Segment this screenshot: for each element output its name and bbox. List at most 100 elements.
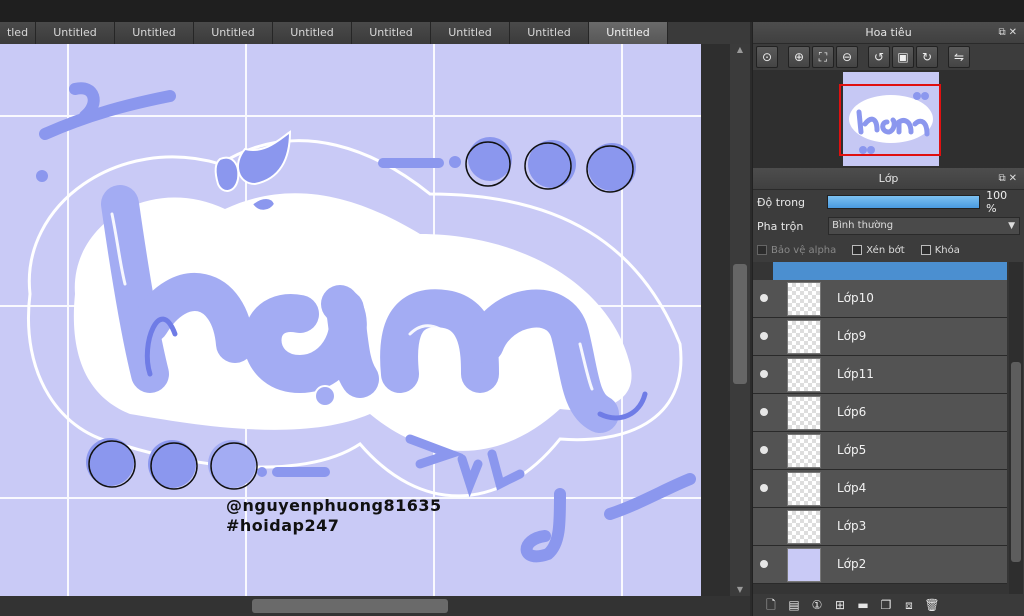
- protect-alpha-checkbox[interactable]: Bảo vệ alpha: [757, 245, 836, 256]
- visibility-icon[interactable]: [759, 369, 769, 379]
- zoom-in-icon[interactable]: ⊕: [788, 46, 810, 68]
- layer-toolbar: 🗋 ▤ ① ⊞ ▬ ❐ ⧈ 🗑: [753, 594, 1024, 616]
- opacity-label: Độ trong: [757, 195, 806, 209]
- opacity-slider[interactable]: [826, 195, 981, 209]
- layer-name: Lớp3: [837, 519, 867, 533]
- layer-thumbnail: [787, 358, 821, 392]
- undock-icon[interactable]: ⧉: [998, 173, 1008, 184]
- layers-panel-header: Lớp ⧉✕: [753, 168, 1024, 190]
- rotate-left-icon[interactable]: ↺: [868, 46, 890, 68]
- tab-document[interactable]: Untitled: [115, 22, 194, 44]
- protect-alpha-label: Bảo vệ alpha: [771, 244, 837, 256]
- watermark-line-1: @nguyenphuong81635: [226, 496, 442, 515]
- layer-thumbnail: [787, 434, 821, 468]
- layer-list[interactable]: Lớp10 Lớp9 Lớp11 Lớp6 Lớp5 Lớp4 Lớp3 Lớp2: [753, 262, 1009, 594]
- scroll-up-icon[interactable]: ▲: [730, 44, 750, 56]
- layer-row[interactable]: Lớp5: [753, 432, 1007, 470]
- tab-document[interactable]: Untitled: [273, 22, 352, 44]
- opacity-value: 100 %: [986, 189, 1008, 215]
- layer-row[interactable]: Lớp11: [753, 356, 1007, 394]
- canvas-vertical-scrollbar[interactable]: ▲ ▼: [730, 44, 750, 596]
- zoom-reset-icon[interactable]: ⊙: [756, 46, 778, 68]
- tab-document[interactable]: tled: [0, 22, 36, 44]
- tab-document[interactable]: Untitled: [589, 22, 668, 44]
- layer-row[interactable]: Lớp3: [753, 508, 1007, 546]
- visibility-icon[interactable]: [759, 521, 769, 531]
- delete-layer-icon[interactable]: 🗑: [922, 596, 942, 614]
- tab-document[interactable]: Untitled: [352, 22, 431, 44]
- visibility-icon[interactable]: [759, 331, 769, 341]
- layer-thumbnail: [787, 548, 821, 582]
- layer-name: Lớp6: [837, 405, 867, 419]
- layer-list-scrollbar[interactable]: [1009, 262, 1023, 594]
- visibility-icon[interactable]: [759, 483, 769, 493]
- visibility-icon[interactable]: [759, 559, 769, 569]
- visibility-icon[interactable]: [759, 293, 769, 303]
- layer-thumbnail: [787, 472, 821, 506]
- watermark-line-2: #hoidap247: [226, 516, 340, 535]
- visibility-icon[interactable]: [759, 445, 769, 455]
- duplicate-layer-icon[interactable]: ❐: [876, 596, 896, 614]
- undock-icon[interactable]: ⧉: [998, 27, 1008, 38]
- zoom-out-icon[interactable]: ⊖: [836, 46, 858, 68]
- drawing-canvas[interactable]: @nguyenphuong81635 #hoidap247: [0, 44, 701, 596]
- layer-name: Lớp2: [837, 557, 867, 571]
- layer-row[interactable]: Lớp10: [753, 280, 1007, 318]
- horizontal-scroll-thumb[interactable]: [252, 599, 448, 613]
- lock-checkbox[interactable]: Khóa: [920, 244, 960, 256]
- canvas-margin: [701, 44, 730, 596]
- fit-icon[interactable]: ⛶: [812, 46, 834, 68]
- selected-layer-partial[interactable]: [773, 262, 1007, 280]
- clipping-label: Xén bớt: [866, 244, 905, 256]
- layer-name: Lớp9: [837, 329, 867, 343]
- lock-label: Khóa: [934, 244, 960, 256]
- layer-thumbnail: [787, 282, 821, 316]
- visibility-icon[interactable]: [759, 407, 769, 417]
- new-1bit-layer-icon[interactable]: ①: [807, 596, 827, 614]
- merge-layer-icon[interactable]: ⧈: [899, 596, 919, 614]
- layer-options: Độ trong 100 % Pha trộn Bình thường ▼ Bả…: [753, 189, 1024, 262]
- layer-row[interactable]: Lớp2: [753, 546, 1007, 584]
- layer-thumbnail: [787, 320, 821, 354]
- app-window: tled Untitled Untitled Untitled Untitled Unti…: [0, 0, 1024, 616]
- new-halftone-layer-icon[interactable]: ▤: [784, 596, 804, 614]
- navigator-preview[interactable]: [753, 70, 1024, 168]
- close-icon[interactable]: ✕: [1009, 27, 1020, 38]
- layer-row[interactable]: Lớp4: [753, 470, 1007, 508]
- top-strip: [0, 0, 1024, 22]
- blend-mode-select[interactable]: Bình thường ▼: [828, 217, 1020, 235]
- layer-name: Lớp10: [837, 291, 874, 305]
- tab-document[interactable]: Untitled: [510, 22, 589, 44]
- layers-title: Lớp: [878, 172, 899, 185]
- layer-row[interactable]: Lớp9: [753, 318, 1007, 356]
- canvas-horizontal-scrollbar[interactable]: [0, 596, 750, 616]
- navigator-panel-header: Hoa tiêu ⧉✕: [753, 22, 1024, 44]
- new-layer-icon[interactable]: 🗋: [761, 596, 781, 614]
- right-panels: Hoa tiêu ⧉✕ ⊙ ⊕ ⛶ ⊖ ↺ ▣ ↻ ⇋ Lớp ⧉✕ Độ tr…: [752, 22, 1024, 616]
- layer-thumbnail: [787, 510, 821, 544]
- clipping-checkbox[interactable]: Xén bớt: [852, 244, 905, 256]
- tab-document[interactable]: Untitled: [194, 22, 273, 44]
- layer-name: Lớp11: [837, 367, 874, 381]
- vertical-scroll-thumb[interactable]: [733, 264, 747, 384]
- layer-name: Lớp5: [837, 443, 867, 457]
- flip-icon[interactable]: ⇋: [948, 46, 970, 68]
- layer-name: Lớp4: [837, 481, 867, 495]
- rotate-right-icon[interactable]: ↻: [916, 46, 938, 68]
- add-layer-menu-icon[interactable]: ⊞: [830, 596, 850, 614]
- new-folder-icon[interactable]: ▬: [853, 596, 873, 614]
- scroll-down-icon[interactable]: ▼: [730, 584, 750, 596]
- layer-scroll-thumb[interactable]: [1011, 362, 1021, 562]
- navigator-toolbar: ⊙ ⊕ ⛶ ⊖ ↺ ▣ ↻ ⇋: [753, 44, 1024, 70]
- navigator-view-rectangle[interactable]: [839, 84, 941, 156]
- tab-document[interactable]: Untitled: [36, 22, 115, 44]
- layer-row[interactable]: Lớp6: [753, 394, 1007, 432]
- blend-mode-value: Bình thường: [832, 220, 894, 231]
- fit-rotate-icon[interactable]: ▣: [892, 46, 914, 68]
- blend-label: Pha trộn: [757, 219, 804, 233]
- layer-thumbnail: [787, 396, 821, 430]
- chevron-down-icon: ▼: [1008, 221, 1015, 231]
- close-icon[interactable]: ✕: [1009, 173, 1020, 184]
- document-tabs: tled Untitled Untitled Untitled Untitled Unti…: [0, 22, 750, 44]
- tab-document[interactable]: Untitled: [431, 22, 510, 44]
